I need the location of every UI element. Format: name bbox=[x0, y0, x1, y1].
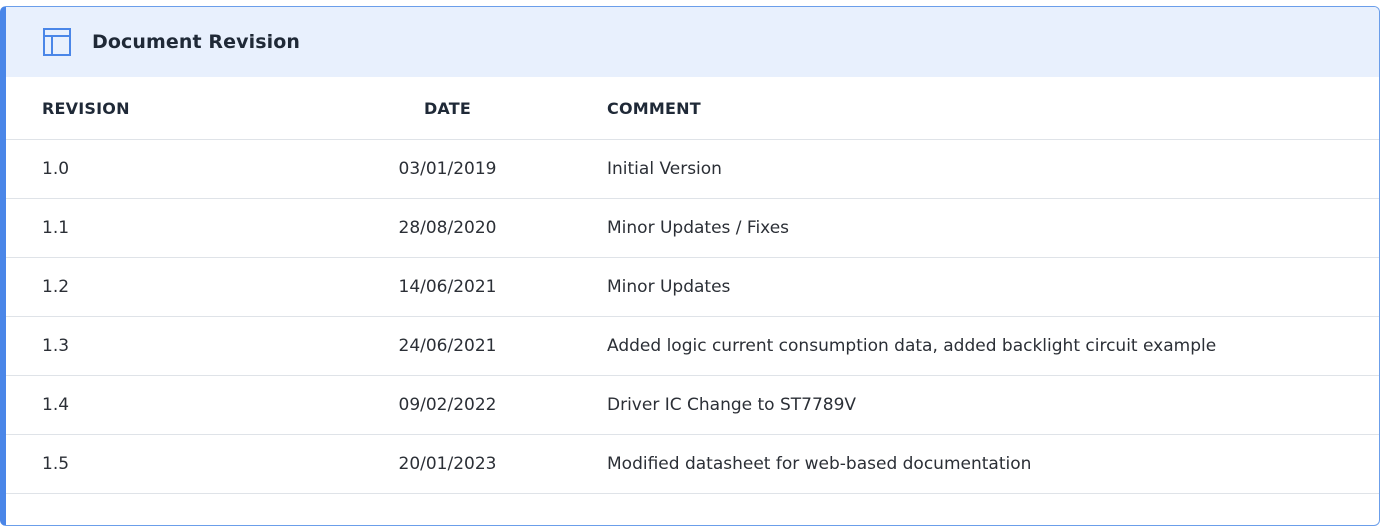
table-header-row: REVISION DATE COMMENT bbox=[6, 77, 1379, 140]
date-cell: 09/02/2022 bbox=[342, 375, 553, 435]
table-row: 1.5 20/01/2023 Modified datasheet for we… bbox=[6, 434, 1379, 494]
revision-cell: 1.5 bbox=[6, 434, 342, 494]
comment-cell: Added logic current consumption data, ad… bbox=[553, 316, 1379, 376]
date-cell: 28/08/2020 bbox=[342, 198, 553, 258]
comment-cell: Initial Version bbox=[553, 139, 1379, 199]
panel-title: Document Revision bbox=[92, 31, 301, 53]
date-cell: 03/01/2019 bbox=[342, 139, 553, 199]
revision-table: REVISION DATE COMMENT 1.0 03/01/2019 Ini… bbox=[6, 77, 1379, 494]
revision-cell: 1.2 bbox=[6, 257, 342, 317]
comment-cell: Minor Updates / Fixes bbox=[553, 198, 1379, 258]
table-icon bbox=[40, 25, 74, 59]
table-row: 1.4 09/02/2022 Driver IC Change to ST778… bbox=[6, 375, 1379, 435]
date-cell: 20/01/2023 bbox=[342, 434, 553, 494]
table-row: 1.3 24/06/2021 Added logic current consu… bbox=[6, 316, 1379, 376]
table-row: 1.1 28/08/2020 Minor Updates / Fixes bbox=[6, 198, 1379, 258]
date-cell: 14/06/2021 bbox=[342, 257, 553, 317]
revision-cell: 1.4 bbox=[6, 375, 342, 435]
comment-cell: Driver IC Change to ST7789V bbox=[553, 375, 1379, 435]
comment-cell: Minor Updates bbox=[553, 257, 1379, 317]
column-header-revision: REVISION bbox=[6, 77, 342, 140]
document-revision-panel: Document Revision REVISION DATE COMMENT … bbox=[0, 6, 1380, 526]
comment-cell: Modified datasheet for web-based documen… bbox=[553, 434, 1379, 494]
date-cell: 24/06/2021 bbox=[342, 316, 553, 376]
table-row: 1.0 03/01/2019 Initial Version bbox=[6, 139, 1379, 199]
column-header-date: DATE bbox=[342, 77, 553, 140]
revision-cell: 1.1 bbox=[6, 198, 342, 258]
revision-cell: 1.0 bbox=[6, 139, 342, 199]
column-header-comment: COMMENT bbox=[553, 77, 1379, 140]
revision-cell: 1.3 bbox=[6, 316, 342, 376]
table-row: 1.2 14/06/2021 Minor Updates bbox=[6, 257, 1379, 317]
panel-header: Document Revision bbox=[6, 7, 1379, 77]
